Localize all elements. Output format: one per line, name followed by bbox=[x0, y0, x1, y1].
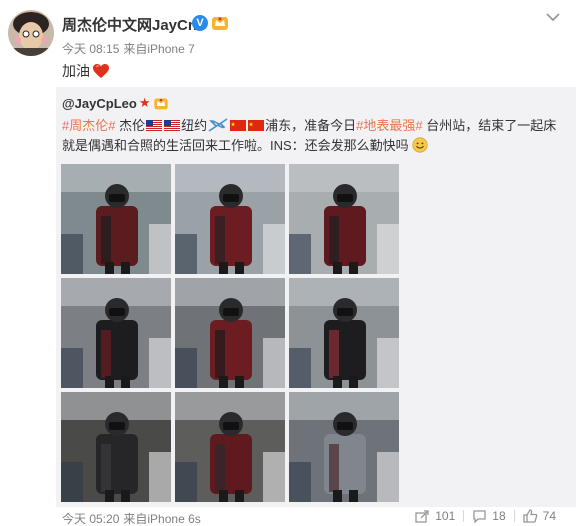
photo-thumbnail[interactable] bbox=[61, 392, 171, 502]
comment-button[interactable]: 18 bbox=[464, 509, 513, 523]
repost-text-segment: 杰伦 bbox=[115, 118, 146, 133]
repost-source: 来自iPhone 6s bbox=[123, 512, 201, 526]
share-icon bbox=[415, 510, 429, 523]
heart-icon bbox=[93, 64, 109, 78]
photo-thumbnail[interactable] bbox=[289, 164, 399, 274]
like-count: 74 bbox=[542, 509, 556, 523]
repost-text-segment: 浦东，准备今日 bbox=[265, 118, 357, 133]
hashtag-link[interactable]: #周杰伦# bbox=[62, 118, 115, 133]
weibo-post: 周杰伦中文网JayCn V 今天 08:15 来自iPhone 7 加油 @Jay… bbox=[0, 0, 576, 526]
repost-text-segment: 纽约 bbox=[181, 118, 208, 133]
photo-thumbnail[interactable] bbox=[61, 278, 171, 388]
action-bar: 101 18 74 bbox=[407, 509, 564, 523]
photo-thumbnail[interactable] bbox=[175, 392, 285, 502]
comment-icon bbox=[473, 510, 486, 523]
thumbs-up-icon bbox=[522, 509, 537, 523]
vip-crown-icon[interactable] bbox=[211, 14, 229, 32]
post-time[interactable]: 今天 08:15 bbox=[62, 42, 119, 56]
photo-thumbnail[interactable] bbox=[175, 278, 285, 388]
repost-meta: 今天 05:20 来自iPhone 6s bbox=[62, 510, 205, 526]
post-text-content: 加油 bbox=[62, 63, 90, 79]
chevron-down-icon[interactable] bbox=[546, 12, 560, 22]
hashtag-link[interactable]: #地表最强# bbox=[356, 118, 422, 133]
repost-time[interactable]: 今天 05:20 bbox=[62, 512, 119, 526]
repost-card[interactable]: @JayCpLeo ★ #周杰伦# 杰伦 纽约 浦东，准备今日#地表最强# 台州站，… bbox=[56, 87, 576, 507]
us-flag-icon bbox=[146, 120, 163, 131]
star-icon: ★ bbox=[138, 95, 151, 110]
repost-author-name[interactable]: @JayCpLeo bbox=[62, 96, 137, 111]
repost-text: #周杰伦# 杰伦 纽约 浦东，准备今日#地表最强# 台州站，结束了一起床就是偶遇和合… bbox=[62, 116, 568, 156]
like-button[interactable]: 74 bbox=[515, 509, 564, 523]
airplane-icon bbox=[208, 118, 228, 132]
us-flag-icon bbox=[164, 120, 181, 131]
repost-author: @JayCpLeo ★ bbox=[62, 95, 169, 111]
author-avatar[interactable] bbox=[8, 10, 54, 56]
smile-emoji-icon bbox=[412, 137, 428, 153]
cn-flag-icon bbox=[230, 120, 247, 131]
cn-flag-icon bbox=[248, 120, 265, 131]
verified-icon: V bbox=[192, 15, 208, 31]
repost-count: 101 bbox=[435, 509, 456, 523]
photo-thumbnail[interactable] bbox=[61, 164, 171, 274]
repost-button[interactable]: 101 bbox=[407, 509, 463, 523]
photo-grid bbox=[61, 164, 401, 504]
photo-thumbnail[interactable] bbox=[289, 278, 399, 388]
photo-thumbnail[interactable] bbox=[289, 392, 399, 502]
post-text: 加油 bbox=[62, 61, 110, 81]
vip-crown-icon[interactable] bbox=[153, 96, 169, 111]
comment-count: 18 bbox=[492, 509, 506, 523]
author-name[interactable]: 周杰伦中文网JayCn bbox=[62, 14, 197, 35]
post-meta: 今天 08:15 来自iPhone 7 bbox=[62, 40, 199, 57]
photo-thumbnail[interactable] bbox=[175, 164, 285, 274]
post-source: 来自iPhone 7 bbox=[123, 42, 195, 56]
